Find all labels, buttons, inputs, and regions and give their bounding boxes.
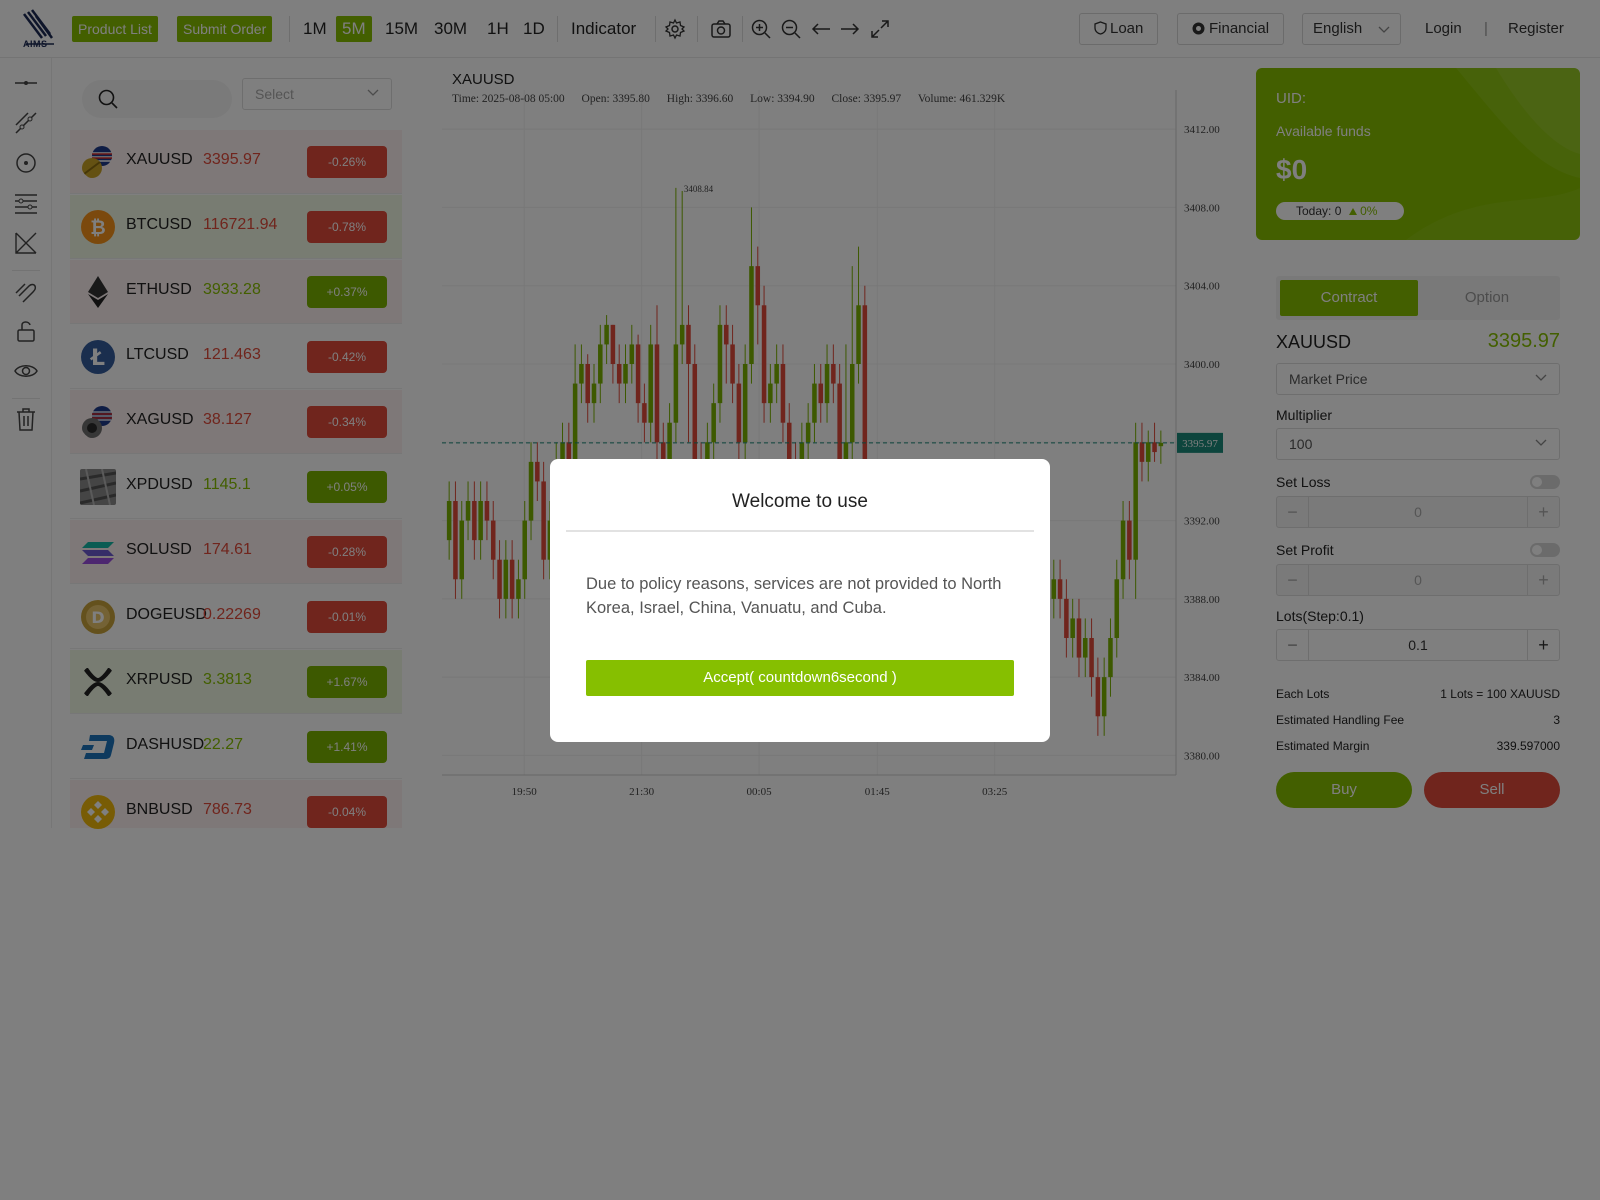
accept-button[interactable]: Accept( countdown6second ) [586,660,1014,696]
welcome-modal: Welcome to use Due to policy reasons, se… [550,459,1050,742]
modal-divider [566,530,1034,532]
modal-message: Due to policy reasons, services are not … [586,575,1002,617]
modal-title: Welcome to use [732,491,868,512]
